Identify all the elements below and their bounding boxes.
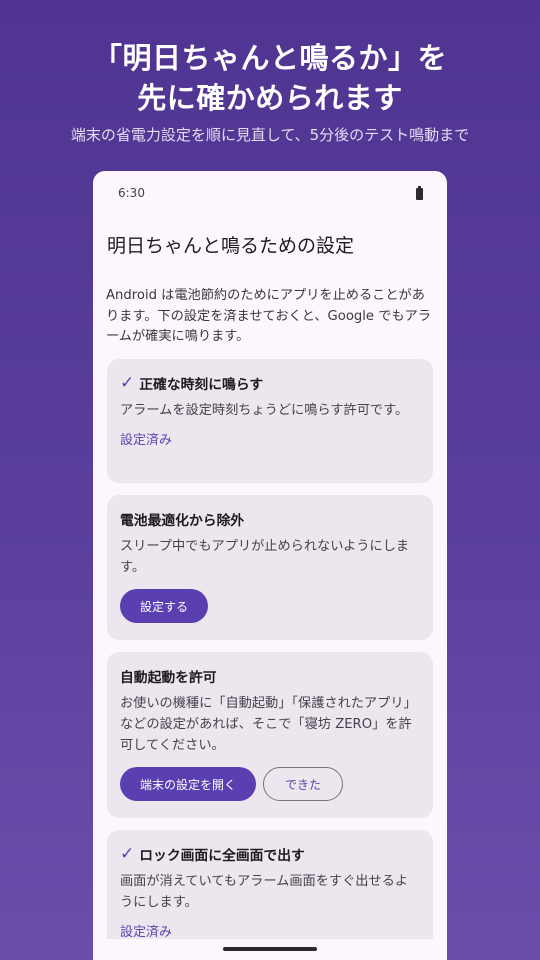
- setting-card-exact-alarm: ✓ 正確な時刻に鳴らす アラームを設定時刻ちょうどに鳴らす許可です。 設定済み: [107, 359, 433, 483]
- card-title: ✓ ロック画面に全画面で出す: [120, 844, 421, 864]
- card-description: 画面が消えていてもアラーム画面をすぐ出せるようにします。: [120, 874, 409, 910]
- card-description: アラームを設定時刻ちょうどに鳴らす許可です。: [120, 403, 409, 418]
- check-icon: ✓: [120, 373, 135, 393]
- hero-title-line-1: 「明日ちゃんと鳴るか」を: [92, 41, 447, 75]
- card-description: スリープ中でもアプリが止められないようにします。: [120, 539, 410, 575]
- card-title-text: 自動起動を許可: [120, 670, 217, 686]
- setting-card-autostart: 自動起動を許可 お使いの機種に「自動起動」「保護されたアプリ」などの設定があれば…: [107, 652, 433, 818]
- card-title-text: 正確な時刻に鳴らす: [139, 377, 264, 393]
- check-icon: ✓: [120, 844, 135, 864]
- hero-title-line-2: 先に確かめられます: [137, 81, 403, 115]
- card-description: お使いの機種に「自動起動」「保護されたアプリ」などの設定があれば、そこで「寝坊 …: [120, 696, 417, 753]
- card-title-text: 電池最適化から除外: [120, 513, 245, 529]
- card-title: 自動起動を許可: [120, 666, 421, 686]
- card-title: ✓ 正確な時刻に鳴らす: [120, 373, 421, 393]
- intro-text: Android は電池節約のためにアプリを止めることがあります。下の設定を済ませ…: [106, 288, 431, 344]
- status-done-label: 設定済み: [120, 433, 173, 448]
- status-time: 6:30: [118, 186, 145, 200]
- done-button[interactable]: できた: [263, 767, 344, 801]
- status-done-label: 設定済み: [120, 925, 173, 940]
- configure-button[interactable]: 設定する: [120, 589, 209, 623]
- card-title: 電池最適化から除外: [120, 509, 421, 529]
- card-title-text: ロック画面に全画面で出す: [139, 848, 305, 864]
- battery-icon: [416, 186, 423, 200]
- page-title: 明日ちゃんと鳴るための設定: [107, 235, 355, 257]
- gesture-nav-handle[interactable]: [223, 947, 317, 951]
- setting-card-battery-optimization: 電池最適化から除外 スリープ中でもアプリが止められないようにします。 設定する: [107, 495, 433, 640]
- open-device-settings-button[interactable]: 端末の設定を開く: [120, 767, 257, 801]
- phone-screen: 6:30 明日ちゃんと鳴るための設定 Android は電池節約のためにアプリを…: [93, 171, 447, 960]
- hero-title: 「明日ちゃんと鳴るか」を 先に確かめられます: [0, 38, 540, 118]
- hero-subtitle: 端末の省電力設定を順に見直して、5分後のテスト鳴動まで: [70, 126, 470, 144]
